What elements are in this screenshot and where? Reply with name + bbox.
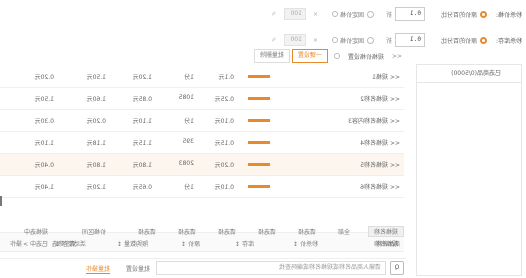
table-row[interactable]: << 规格名称6 0.10元 1分 0.65元 1.20元 1.40元: [0, 176, 404, 198]
spec-filter-label: 规格名称: [373, 229, 398, 236]
table-scrollbar[interactable]: [0, 196, 2, 206]
table-toolbar: << 规格价格设置 一键设置 批量删除: [0, 46, 406, 66]
filter-select-1[interactable]: 请选择: [298, 227, 316, 236]
stock-bar: [248, 141, 270, 144]
stock-bar: [248, 75, 270, 78]
stock-percent-input[interactable]: 0.1: [395, 33, 425, 47]
stock-fixed-input[interactable]: 100: [284, 34, 306, 46]
price-percent-input[interactable]: 0.1: [395, 7, 425, 21]
price-unit: 折: [385, 11, 392, 19]
help-icon: [331, 11, 338, 17]
selected-goods-panel: 已选商品(0/5000): [416, 64, 522, 276]
filter-all[interactable]: 全部: [338, 227, 350, 236]
mirrored-screen: 秒杀价格: 原价的百分比 0.1 折 固定价格 × 100 ✎ 秒杀库存: 原价…: [0, 0, 526, 278]
stock-bar: [248, 119, 270, 122]
table-row[interactable]: << 规格名称4 0.15元 395 1.15元 1.18元 1.10元: [0, 132, 404, 154]
clear-filter-button[interactable]: 清空筛选: [52, 239, 76, 248]
price-fixed-input[interactable]: 100: [284, 8, 306, 20]
filter-row2-label: 规格名称: [373, 241, 398, 248]
spec-table: << 规格1 0.1元 1分 1.20元 1.50元 0.20元 << 规格名称…: [0, 66, 404, 198]
one-click-set-button[interactable]: 一键设置: [291, 49, 328, 63]
table-row[interactable]: << 规格名称5 0.20元 2083 1.80元 1.80元 0.40元: [0, 154, 404, 176]
help-icon: [331, 37, 338, 43]
group-title: 规格价格设置: [347, 53, 384, 61]
price-label: 秒杀价格:: [495, 11, 522, 19]
filter-select-4[interactable]: 请选择: [178, 227, 196, 236]
search-icon[interactable]: Q: [390, 261, 404, 275]
collapse-button[interactable]: <<: [392, 53, 402, 60]
multiply-icon: ×: [312, 36, 318, 44]
stock-percent-option[interactable]: 原价的百分比: [441, 36, 487, 45]
table-row[interactable]: << 规格名称2 0.25元 1085 0.85元 1.60元 1.50元: [0, 88, 404, 110]
filter-row-2: 规格名称 清空筛选 已选中 >: [0, 238, 406, 250]
edit-icon[interactable]: ✎: [271, 11, 276, 18]
radio-on-icon: [480, 10, 487, 18]
batch-set-link[interactable]: 批量设置: [126, 264, 150, 273]
selected-goods-title: 已选商品(0/5000): [417, 65, 521, 83]
stock-bar: [248, 163, 270, 166]
radio-on-icon: [480, 36, 487, 44]
help-icon: [333, 53, 340, 59]
batch-delete-button[interactable]: 批量删除: [253, 49, 290, 63]
stock-fixed-option[interactable]: 固定价格: [331, 36, 374, 45]
selected-toggle[interactable]: 已选中 >: [23, 239, 48, 248]
edit-icon[interactable]: ✎: [271, 37, 276, 44]
filter-price-range[interactable]: 价格区间: [82, 227, 106, 236]
table-row[interactable]: << 规格1 0.1元 1分 1.20元 1.50元 0.20元: [0, 66, 404, 88]
price-fixed-option[interactable]: 固定价格: [331, 10, 374, 19]
price-percent-option[interactable]: 原价的百分比: [441, 10, 487, 19]
filter-spec-selected[interactable]: 规格选中: [24, 227, 48, 236]
multiply-icon: ×: [312, 10, 318, 18]
radio-off-icon: [367, 36, 374, 44]
stock-unit: 折: [385, 37, 392, 45]
filter-row-1: 规格名称 全部 请选择 请选择 请选择 请选择 请选择 价格区间 规格选中: [0, 226, 406, 238]
bottom-bar: Q 请输入商品名称或规格名称或编码查找 批量设置 批量操作: [0, 258, 406, 276]
search-input[interactable]: 请输入商品名称或规格名称或编码查找: [156, 261, 386, 275]
seckill-price-row: 秒杀价格: 原价的百分比 0.1 折 固定价格 × 100 ✎: [0, 4, 526, 24]
stock-bar: [248, 185, 270, 188]
filter-select-3[interactable]: 请选择: [218, 227, 236, 236]
radio-off-icon: [367, 10, 374, 18]
filter-select-2[interactable]: 请选择: [258, 227, 276, 236]
stock-bar: [248, 97, 270, 100]
filter-select-5[interactable]: 请选择: [138, 227, 156, 236]
table-row[interactable]: << 规格名称内容3 0.10元 1分 1.10元 0.20元 0.30元: [0, 110, 404, 132]
stock-label: 秒杀库存:: [495, 37, 522, 45]
batch-action-link[interactable]: 批量操作: [85, 264, 110, 274]
